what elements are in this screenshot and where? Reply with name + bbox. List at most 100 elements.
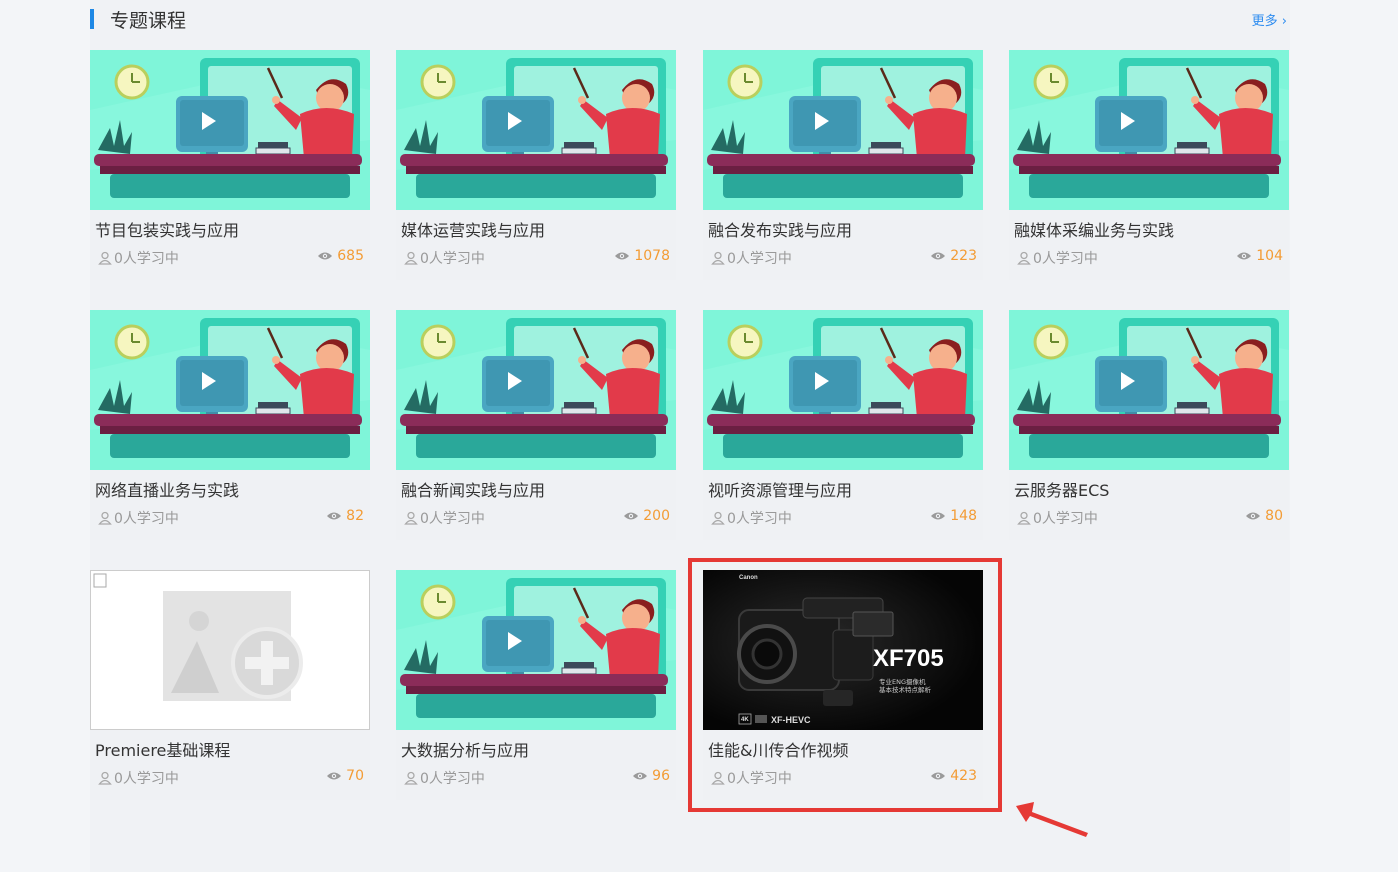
- learner-count: 0人学习中: [711, 508, 792, 528]
- view-count-text: 70: [346, 768, 364, 784]
- course-card[interactable]: 网络直播业务与实践 0人学习中 82: [90, 310, 370, 540]
- course-card[interactable]: 视听资源管理与应用 0人学习中 148: [703, 310, 983, 540]
- course-title[interactable]: 视听资源管理与应用: [708, 477, 852, 501]
- eye-icon: [327, 772, 342, 780]
- eye-icon: [327, 512, 342, 520]
- learner-count: 0人学习中: [98, 248, 179, 268]
- eye-icon: [931, 512, 946, 520]
- learner-count-text: 0人学习中: [1033, 511, 1098, 527]
- course-thumbnail[interactable]: [1009, 310, 1289, 470]
- view-count-text: 200: [643, 508, 670, 524]
- person-icon: [404, 771, 418, 785]
- learner-count: 0人学习中: [404, 508, 485, 528]
- teacher-illustration-icon: [1009, 310, 1289, 470]
- eye-icon: [633, 772, 648, 780]
- learner-count-text: 0人学习中: [420, 511, 485, 527]
- course-title[interactable]: 云服务器ECS: [1014, 477, 1109, 501]
- learner-count-text: 0人学习中: [1033, 251, 1098, 267]
- eye-icon: [318, 252, 333, 260]
- teacher-illustration-icon: [90, 310, 370, 470]
- view-count: 104: [1236, 248, 1283, 264]
- course-title[interactable]: 融合新闻实践与应用: [401, 477, 545, 501]
- course-title[interactable]: 大数据分析与应用: [401, 737, 529, 761]
- eye-icon: [931, 252, 946, 260]
- course-title[interactable]: 融合发布实践与应用: [708, 217, 852, 241]
- course-thumbnail[interactable]: [90, 50, 370, 210]
- learner-count-text: 0人学习中: [114, 251, 179, 267]
- learner-count-text: 0人学习中: [420, 771, 485, 787]
- view-count: 96: [632, 768, 670, 784]
- learner-count: 0人学习中: [404, 248, 485, 268]
- person-icon: [98, 511, 112, 525]
- course-card[interactable]: 节目包装实践与应用 0人学习中 685: [90, 50, 370, 280]
- section-title: 专题课程: [110, 10, 187, 32]
- view-count: 1078: [614, 248, 670, 264]
- title-accent-bar: [90, 9, 94, 29]
- course-thumbnail[interactable]: [703, 50, 983, 210]
- learner-count-text: 0人学习中: [420, 251, 485, 267]
- course-card[interactable]: 大数据分析与应用 0人学习中 96: [396, 570, 676, 800]
- eye-icon: [624, 512, 639, 520]
- person-icon: [404, 511, 418, 525]
- teacher-illustration-icon: [703, 50, 983, 210]
- view-count-text: 96: [652, 768, 670, 784]
- course-thumbnail[interactable]: [703, 310, 983, 470]
- teacher-illustration-icon: [703, 310, 983, 470]
- person-icon: [98, 771, 112, 785]
- learner-count: 0人学习中: [98, 508, 179, 528]
- course-thumbnail[interactable]: [396, 570, 676, 730]
- course-title[interactable]: 融媒体采编业务与实践: [1014, 217, 1174, 241]
- course-title[interactable]: Premiere基础课程: [95, 737, 230, 761]
- course-thumbnail[interactable]: [396, 310, 676, 470]
- course-thumbnail[interactable]: [396, 50, 676, 210]
- view-count: 200: [623, 508, 670, 524]
- course-card[interactable]: 融合新闻实践与应用 0人学习中 200: [396, 310, 676, 540]
- course-title[interactable]: 网络直播业务与实践: [95, 477, 239, 501]
- learner-count: 0人学习中: [98, 768, 179, 788]
- course-card[interactable]: 融媒体采编业务与实践 0人学习中 104: [1009, 50, 1289, 280]
- course-title[interactable]: 节目包装实践与应用: [95, 217, 239, 241]
- view-count-text: 104: [1256, 248, 1283, 264]
- learner-count-text: 0人学习中: [727, 511, 792, 527]
- course-thumbnail[interactable]: [90, 570, 370, 730]
- person-icon: [1017, 251, 1031, 265]
- view-count-text: 1078: [634, 248, 670, 264]
- view-count: 70: [326, 768, 364, 784]
- view-count: 685: [317, 248, 364, 264]
- eye-icon: [615, 252, 630, 260]
- course-card[interactable]: 媒体运营实践与应用 0人学习中 1078: [396, 50, 676, 280]
- course-card[interactable]: 云服务器ECS 0人学习中 80: [1009, 310, 1289, 540]
- teacher-illustration-icon: [1009, 50, 1289, 210]
- teacher-illustration-icon: [396, 50, 676, 210]
- arrow-annotation-icon: [1016, 802, 1088, 837]
- view-count-text: 223: [950, 248, 977, 264]
- course-card[interactable]: Premiere基础课程 0人学习中 70: [90, 570, 370, 800]
- view-count: 80: [1245, 508, 1283, 524]
- learner-count: 0人学习中: [404, 768, 485, 788]
- view-count: 148: [930, 508, 977, 524]
- section-header: 专题课程 更多 ›: [90, 0, 1290, 36]
- person-icon: [404, 251, 418, 265]
- learner-count-text: 0人学习中: [114, 771, 179, 787]
- eye-icon: [1246, 512, 1261, 520]
- person-icon: [711, 511, 725, 525]
- learner-count-text: 0人学习中: [114, 511, 179, 527]
- person-icon: [711, 251, 725, 265]
- teacher-illustration-icon: [90, 50, 370, 210]
- person-icon: [98, 251, 112, 265]
- learner-count: 0人学习中: [1017, 508, 1098, 528]
- view-count-text: 685: [337, 248, 364, 264]
- view-count-text: 148: [950, 508, 977, 524]
- teacher-illustration-icon: [396, 570, 676, 730]
- course-title[interactable]: 媒体运营实践与应用: [401, 217, 545, 241]
- more-link[interactable]: 更多 ›: [1252, 10, 1287, 29]
- view-count: 82: [326, 508, 364, 524]
- learner-count: 0人学习中: [711, 248, 792, 268]
- teacher-illustration-icon: [396, 310, 676, 470]
- course-thumbnail[interactable]: [90, 310, 370, 470]
- view-count-text: 82: [346, 508, 364, 524]
- eye-icon: [1237, 252, 1252, 260]
- course-card[interactable]: 融合发布实践与应用 0人学习中 223: [703, 50, 983, 280]
- course-thumbnail[interactable]: [1009, 50, 1289, 210]
- highlight-box: [688, 558, 1002, 812]
